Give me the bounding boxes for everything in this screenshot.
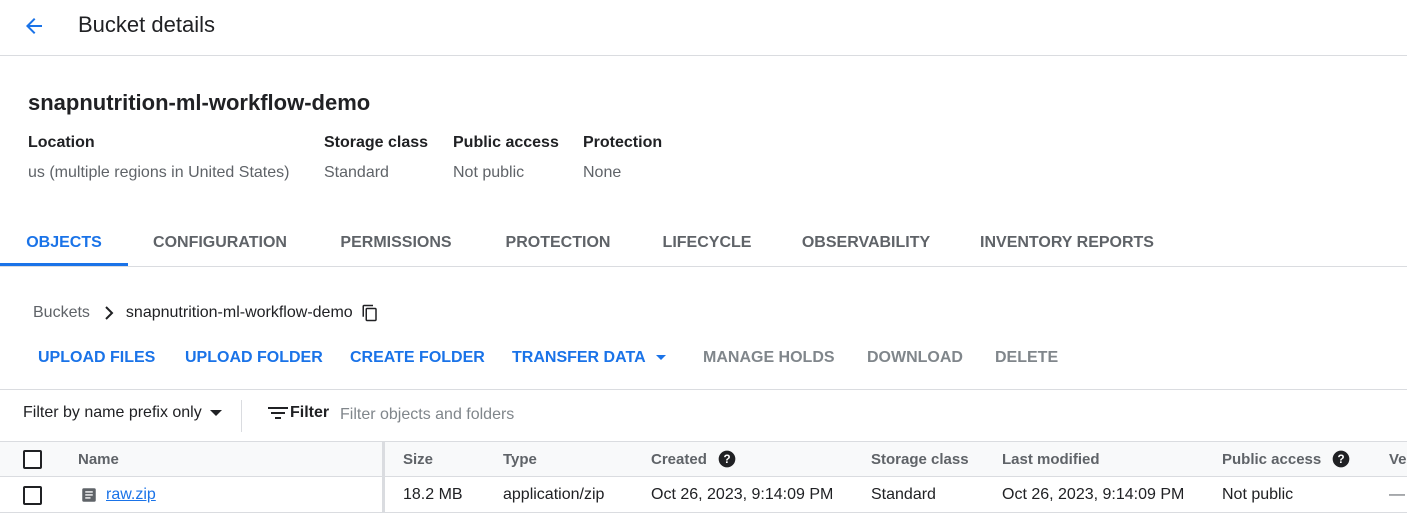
row-last-modified: Oct 26, 2023, 9:14:09 PM bbox=[1002, 486, 1185, 503]
upload-folder-button[interactable]: UPLOAD FOLDER bbox=[185, 340, 323, 376]
back-button[interactable] bbox=[18, 12, 50, 40]
meta-label: Storage class bbox=[324, 134, 429, 151]
column-header-storage-class[interactable]: Storage class bbox=[871, 442, 969, 476]
column-header-last-modified[interactable]: Last modified bbox=[1002, 442, 1100, 476]
page-title: Bucket details bbox=[78, 12, 215, 37]
svg-text:?: ? bbox=[723, 453, 730, 466]
row-created: Oct 26, 2023, 9:14:09 PM bbox=[651, 486, 834, 503]
meta-value: Standard bbox=[324, 164, 389, 181]
row-public-access: Not public bbox=[1222, 486, 1294, 503]
arrow-back-icon bbox=[26, 18, 42, 34]
object-actions-toolbar: UPLOAD FILES UPLOAD FOLDER CREATE FOLDER… bbox=[0, 340, 1407, 376]
transfer-data-button[interactable]: TRANSFER DATA bbox=[512, 340, 666, 376]
row-storage-class: Standard bbox=[871, 486, 936, 503]
table-row[interactable]: raw.zip 18.2 MB application/zip Oct 26, … bbox=[0, 477, 1407, 513]
filter-button-label: Filter bbox=[290, 404, 330, 421]
meta-value: None bbox=[583, 164, 622, 181]
meta-value: Not public bbox=[453, 164, 525, 181]
object-name-link[interactable]: raw.zip bbox=[106, 486, 156, 504]
filter-mode-label: Filter by name prefix only bbox=[23, 404, 202, 421]
tab-observability[interactable]: OBSERVABILITY bbox=[792, 220, 940, 266]
copy-bucket-name-button[interactable] bbox=[361, 304, 379, 322]
help-circle-icon[interactable]: ? bbox=[717, 449, 737, 469]
active-tab-indicator bbox=[0, 263, 128, 266]
breadcrumb-buckets-link[interactable]: Buckets bbox=[33, 304, 90, 322]
column-header-size[interactable]: Size bbox=[403, 442, 433, 476]
column-header-public-access-label: Public access bbox=[1222, 450, 1322, 468]
tab-permissions[interactable]: PERMISSIONS bbox=[328, 220, 464, 266]
tab-configuration[interactable]: CONFIGURATION bbox=[142, 220, 298, 266]
filter-divider bbox=[241, 400, 242, 432]
column-header-public-access[interactable]: Public access ? bbox=[1222, 442, 1351, 476]
row-name-cell: raw.zip bbox=[80, 477, 156, 513]
select-all-checkbox[interactable] bbox=[23, 449, 42, 469]
dropdown-arrow-icon bbox=[655, 355, 666, 361]
column-header-created[interactable]: Created ? bbox=[651, 442, 737, 476]
row-checkbox[interactable] bbox=[23, 485, 42, 505]
meta-label: Public access bbox=[453, 134, 559, 151]
meta-public-access: Public access Not public bbox=[453, 134, 559, 182]
meta-value: us (multiple regions in United States) bbox=[28, 164, 290, 181]
meta-location: Location us (multiple regions in United … bbox=[28, 134, 289, 182]
tab-inventory-reports[interactable]: INVENTORY REPORTS bbox=[970, 220, 1164, 266]
page-header: Bucket details bbox=[0, 0, 1407, 56]
breadcrumb: Buckets snapnutrition-ml-workflow-demo bbox=[33, 302, 379, 324]
row-type: application/zip bbox=[503, 486, 605, 503]
row-version: — bbox=[1389, 486, 1405, 503]
svg-text:?: ? bbox=[1338, 453, 1345, 466]
filter-mode-select[interactable]: Filter by name prefix only bbox=[23, 404, 222, 422]
bucket-name: snapnutrition-ml-workflow-demo bbox=[28, 90, 371, 115]
row-select-cell bbox=[23, 477, 42, 513]
upload-files-button[interactable]: UPLOAD FILES bbox=[38, 340, 155, 376]
filter-input[interactable] bbox=[340, 403, 740, 427]
tab-objects[interactable]: OBJECTS bbox=[0, 220, 128, 266]
breadcrumb-current: snapnutrition-ml-workflow-demo bbox=[125, 304, 353, 321]
column-header-name[interactable]: Name bbox=[78, 442, 119, 476]
create-folder-button[interactable]: CREATE FOLDER bbox=[350, 340, 485, 376]
filter-list-icon bbox=[268, 407, 288, 419]
table-header: Name Size Type Created ? Storage class L… bbox=[0, 441, 1407, 477]
row-size: 18.2 MB bbox=[403, 486, 463, 503]
meta-storage-class: Storage class Standard bbox=[324, 134, 428, 182]
manage-holds-button[interactable]: MANAGE HOLDS bbox=[703, 340, 835, 376]
filter-button[interactable]: Filter bbox=[268, 404, 329, 422]
help-circle-icon[interactable]: ? bbox=[1331, 449, 1351, 469]
copy-icon bbox=[362, 304, 377, 322]
transfer-data-label: TRANSFER DATA bbox=[512, 349, 646, 366]
chevron-right-icon bbox=[104, 306, 114, 320]
column-header-version[interactable]: Ve bbox=[1389, 442, 1407, 476]
dropdown-arrow-icon bbox=[209, 409, 222, 417]
meta-protection: Protection None bbox=[583, 134, 662, 182]
meta-label: Protection bbox=[583, 134, 663, 151]
file-document-icon bbox=[82, 488, 96, 502]
delete-button[interactable]: DELETE bbox=[995, 340, 1058, 376]
bucket-tabs: OBJECTS CONFIGURATION PERMISSIONS PROTEC… bbox=[0, 220, 1407, 267]
meta-label: Location bbox=[28, 134, 95, 151]
download-button[interactable]: DOWNLOAD bbox=[867, 340, 963, 376]
filter-bar: Filter by name prefix only Filter bbox=[0, 389, 1407, 441]
column-header-type[interactable]: Type bbox=[503, 442, 537, 476]
tab-protection[interactable]: PROTECTION bbox=[494, 220, 622, 266]
tab-lifecycle[interactable]: LIFECYCLE bbox=[652, 220, 762, 266]
select-all-cell bbox=[23, 442, 42, 476]
column-header-created-label: Created bbox=[651, 450, 707, 468]
